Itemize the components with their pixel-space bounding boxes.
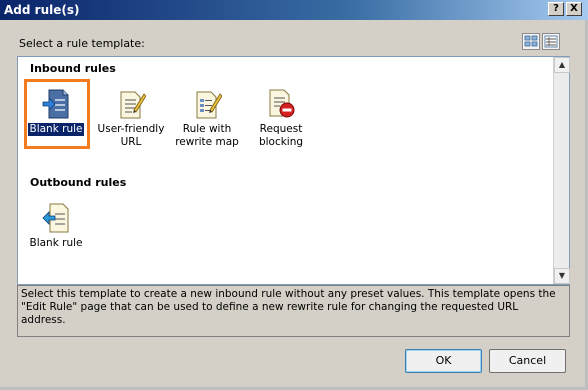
template-request-blocking[interactable]: Request blocking [246,88,316,149]
ok-button[interactable]: OK [405,349,482,373]
request-blocking-icon [266,88,296,120]
tiles-view-icon[interactable] [522,33,540,50]
vertical-scrollbar[interactable]: ▲ ▼ [553,57,570,284]
help-button[interactable]: ? [548,2,564,16]
selection-highlight [24,79,90,149]
scroll-down-icon[interactable]: ▼ [554,268,570,284]
template-label: Blank rule [29,237,83,249]
scroll-up-icon[interactable]: ▲ [554,57,570,73]
outbound-rules-header: Outbound rules [30,176,127,189]
template-description: Select this template to create a new inb… [17,285,570,337]
cancel-button[interactable]: Cancel [489,349,566,373]
inbound-rules-header: Inbound rules [30,62,116,75]
rewrite-map-icon [192,88,223,120]
rule-template-list[interactable]: Inbound rules Blank rule User-friendly U… [17,56,570,285]
details-view-icon[interactable] [542,33,560,50]
close-button[interactable]: X [566,2,582,16]
template-label: Rule with rewrite map [175,123,239,148]
template-rule-with-rewrite-map[interactable]: Rule with rewrite map [172,88,242,149]
user-friendly-url-icon [116,88,147,120]
window-title: Add rule(s) [4,3,80,17]
template-outbound-blank-rule[interactable]: Blank rule [21,202,91,250]
title-bar: Add rule(s) ? X [0,0,588,20]
template-label: User-friendly URL [97,123,165,148]
template-user-friendly-url[interactable]: User-friendly URL [96,88,166,149]
blank-outbound-rule-icon [41,202,71,234]
template-label: Request blocking [258,123,304,148]
select-template-label: Select a rule template: [19,37,145,50]
